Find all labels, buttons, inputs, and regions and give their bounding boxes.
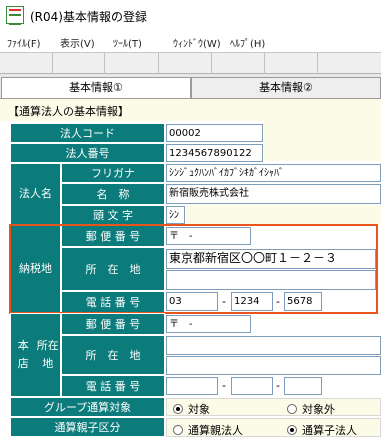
corp-number-label: 法人番号 [10,143,165,163]
initial-label: 頭 文 字 [61,205,165,225]
menu-tools[interactable]: ﾂｰﾙ(T) [113,35,142,50]
toolbar [0,52,381,74]
toolbar-separator [52,53,53,74]
ho-phone-number-field[interactable] [284,377,322,395]
menu-bar: ﾌｧｲﾙ(F) 表示(V) ﾂｰﾙ(T) ｳｨﾝﾄﾞｳ(W) ﾍﾙﾌﾟ(H) [0,30,381,52]
furigana-label: フリガナ [61,163,165,183]
corp-code-label: 法人コード [10,123,165,143]
ho-postal-label: 郵 便 番 号 [61,313,165,335]
tab-strip: 基本情報① 基本情報② [0,74,381,99]
parent-child-option-child[interactable]: 通算子法人 [287,422,357,437]
parent-child-radio-group: 通算親法人 通算子法人 [166,418,381,437]
group-target-option-non-target[interactable]: 対象外 [287,401,335,417]
tab-basic-info-2[interactable]: 基本情報② [191,77,381,98]
head-office-label-line2: 所在地 [36,339,59,370]
head-office-group-label: 本 店 所在地 [10,313,61,397]
corp-number-field[interactable]: 1234567890122 [166,144,263,162]
phone-dash: - [276,379,280,392]
group-target-option-label: 対象 [188,403,210,416]
toolbar-separator [104,53,105,74]
ho-phone-exchange-field[interactable] [231,377,273,395]
radio-dot-icon [287,404,297,414]
parent-child-option-label: 通算子法人 [302,424,357,437]
menu-window[interactable]: ｳｨﾝﾄﾞｳ(W) [173,35,221,50]
form-background [186,205,381,225]
initial-field[interactable]: ｼﾝ [166,206,185,224]
group-target-label: グループ通算対象 [10,397,165,417]
group-target-radio-group: 対象 対象外 [166,398,381,416]
parent-child-option-parent[interactable]: 通算親法人 [173,422,243,437]
toolbar-separator [158,53,159,74]
group-target-option-target[interactable]: 対象 [173,401,210,417]
tab-basic-info-1[interactable]: 基本情報① [1,77,191,99]
parent-child-option-label: 通算親法人 [188,424,243,437]
radio-dot-icon [287,425,297,435]
corp-code-field[interactable]: 00002 [166,124,263,142]
radio-dot-icon [173,404,183,414]
form-background [264,121,381,141]
ho-address-line2-field[interactable] [166,356,381,375]
app-icon [6,6,24,25]
section-title-text: 【通算法人の基本情報】 [8,105,129,118]
corp-name-group-label: 法人名 [10,163,61,225]
menu-view[interactable]: 表示(V) [60,35,95,50]
section-title: 【通算法人の基本情報】 [0,98,381,121]
group-target-option-label: 対象外 [302,403,335,416]
ho-postal-field[interactable]: 〒 - [166,315,251,333]
window-title: (R04)基本情報の登録 [30,10,147,24]
title-bar: (R04)基本情報の登録 [0,0,381,30]
ho-address-line1-field[interactable] [166,336,381,355]
menu-file[interactable]: ﾌｧｲﾙ(F) [7,35,41,50]
furigana-field[interactable]: ｼﾝｼﾞｭｸﾊﾝﾊﾞｲｶﾌﾞｼｷｶﾞｲｼｬﾊﾞ [166,164,381,182]
parent-child-label: 通算親子区分 [10,417,165,437]
toolbar-separator [264,53,265,74]
menu-help[interactable]: ﾍﾙﾌﾟ(H) [230,35,265,50]
toolbar-separator [211,53,212,74]
ho-address-label: 所 在 地 [61,335,165,375]
ho-phone-label: 電 話 番 号 [61,375,165,397]
highlight-box [9,224,378,314]
ho-phone-area-field[interactable] [166,377,218,395]
name-label: 名 称 [61,183,165,205]
toolbar-separator [317,53,318,74]
form-background [264,141,381,161]
head-office-label-line1: 本 店 [17,339,40,370]
phone-dash: - [222,379,226,392]
radio-dot-icon [173,425,183,435]
name-field[interactable]: 新宿販売株式会社 [166,184,381,204]
